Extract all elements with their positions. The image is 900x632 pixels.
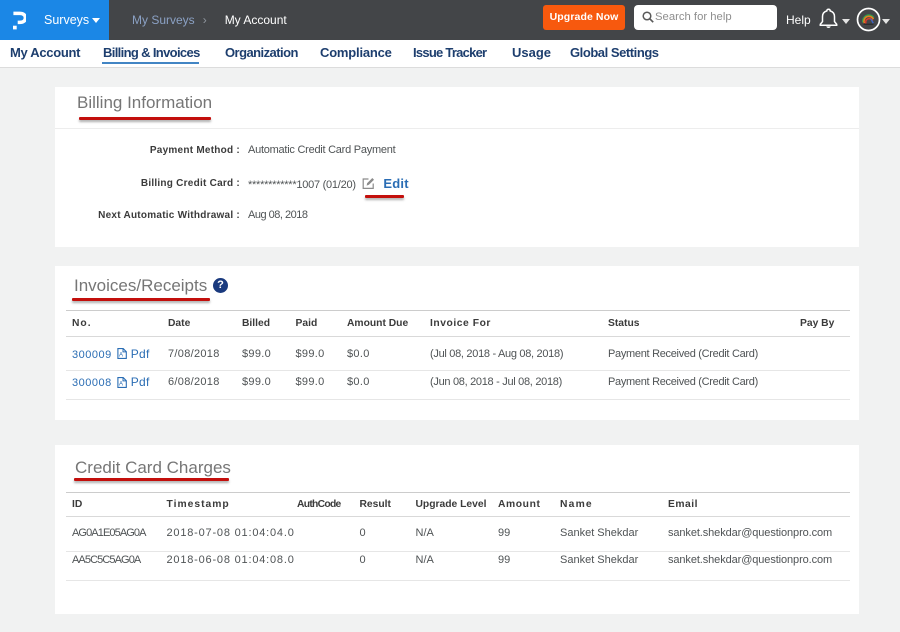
svg-text:A: A	[119, 353, 123, 359]
svg-text:A: A	[119, 381, 123, 387]
